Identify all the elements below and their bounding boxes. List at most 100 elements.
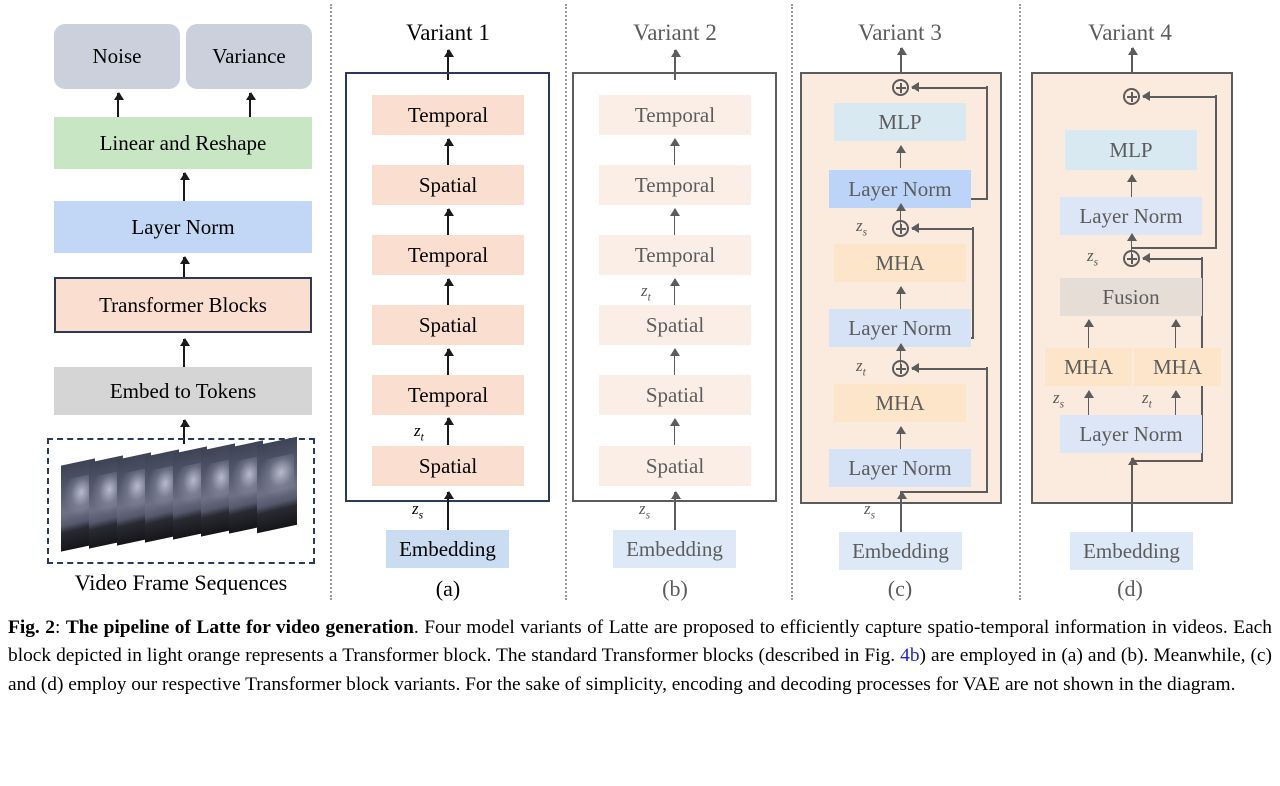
variant-3-block-mha-1: MHA (834, 384, 966, 422)
variant-1-latent-zs: zs (412, 499, 424, 522)
arrow-v1-2 (447, 349, 449, 375)
variant-2-title: Variant 2 (633, 20, 717, 45)
variant-4-add-top (1123, 88, 1140, 105)
arrow-v3-ln1-mlp (900, 146, 901, 168)
v4-skip2-head (1142, 91, 1150, 101)
arrow-v3-embed (900, 492, 902, 532)
arrow-v1-1 (447, 418, 449, 445)
arrow-v3-ln3-mha1 (900, 427, 901, 449)
figure-canvas: Noise Variance Linear and Reshape Layer … (0, 0, 1280, 612)
column-separator-2 (565, 4, 567, 600)
arrow-v2-4 (674, 209, 675, 235)
stage-linear-and-reshape-label: Linear and Reshape (99, 130, 267, 155)
variant-2-block-temporal-2: Temporal (599, 165, 751, 205)
variant-1-embedding: Embedding (386, 530, 509, 568)
v3-skip0-head (911, 363, 919, 373)
video-frame (257, 436, 297, 534)
variant-3-latent-zs-mid: zs (856, 216, 868, 239)
v3-skip2-head (911, 82, 919, 92)
variant-2-block-temporal-3: Temporal (599, 95, 751, 135)
output-noise: Noise (54, 24, 180, 89)
v3-skip0-h-bot (900, 491, 988, 493)
v4-skip2-h-bot (1131, 247, 1217, 249)
arrow-v1-5 (447, 139, 449, 165)
stage-linear-and-reshape: Linear and Reshape (54, 117, 312, 169)
v3-skip0-h-top (912, 367, 988, 370)
arrow-v2-2 (674, 349, 675, 375)
variant-2-subtitle: (b) (662, 576, 688, 601)
arrow-v1-3 (447, 279, 449, 305)
caption-title: The pipeline of Latte for video generati… (65, 617, 414, 638)
arrow-v2-1 (674, 419, 675, 445)
variant-3-block-mha-2: MHA (834, 244, 966, 282)
arrow-linear-to-variance (249, 93, 251, 117)
variant-1-block-spatial-1: Spatial (372, 446, 524, 486)
stage-transformer-blocks-label: Transformer Blocks (99, 292, 267, 317)
v4-skip2-v (1215, 95, 1217, 249)
variant-1-block-temporal-2: Temporal (372, 235, 524, 275)
variant-4-block-fusion: Fusion (1060, 278, 1202, 316)
arrow-v3-ln2-mha2 (900, 287, 901, 309)
v4-skip1-h-bot (1131, 460, 1203, 462)
column-separator-3 (791, 4, 793, 600)
variant-1-block-temporal-1: Temporal (372, 375, 524, 415)
column-separator-4 (1019, 4, 1021, 600)
arrow-v2-embed (674, 492, 676, 530)
variant-3-latent-zt: zt (856, 356, 866, 379)
arrow-embed-to-transformer (183, 339, 185, 367)
variant-4-title: Variant 4 (1088, 20, 1172, 45)
variant-3-add-low (892, 360, 909, 377)
arrow-v4-ln-mha-t (1175, 391, 1176, 415)
caption-figure-number: Fig. 2 (8, 617, 55, 638)
arrow-v4-ln-mlp (1131, 175, 1132, 197)
variant-4-subtitle: (d) (1117, 576, 1143, 601)
variant-3-embedding: Embedding (839, 532, 962, 570)
variant-1-block-spatial-3: Spatial (372, 165, 524, 205)
video-frame-sequences-caption: Video Frame Sequences (74, 570, 288, 595)
video-frame-sequences-box (47, 436, 315, 564)
variant-1-latent-zt: zt (414, 421, 424, 444)
v3-skip2-v (986, 86, 988, 200)
variant-1-block-temporal-3: Temporal (372, 95, 524, 135)
stage-layer-norm: Layer Norm (54, 201, 312, 253)
caption-link-fig4b[interactable]: 4b (900, 645, 919, 666)
output-noise-label: Noise (92, 44, 142, 68)
variant-2-block-spatial-1: Spatial (599, 446, 751, 486)
arrow-layernorm-to-linear (183, 173, 185, 201)
stage-layer-norm-label: Layer Norm (131, 214, 235, 239)
variant-3-block-layer-norm-1: Layer Norm (829, 449, 971, 487)
variant-3-add-top (892, 79, 909, 96)
variant-3-latent-zs-bottom: zs (864, 499, 876, 522)
variant-2-block-temporal-1: Temporal (599, 235, 751, 275)
v4-skip1-head (1142, 253, 1150, 263)
variant-4-latent-zt-branch: zt (1142, 388, 1152, 411)
arrow-v1-4 (447, 209, 449, 235)
variant-2-latent-zs: zs (639, 499, 651, 522)
figure-caption: Fig. 2: The pipeline of Latte for video … (8, 614, 1272, 699)
variant-1-block-spatial-2: Spatial (372, 305, 524, 345)
variant-3-title: Variant 3 (858, 20, 942, 45)
variant-2-embedding: Embedding (613, 530, 736, 568)
v4-skip2-h-top (1143, 95, 1217, 98)
arrow-v2-3 (674, 279, 675, 305)
arrow-v4-ln-mha-s (1088, 391, 1089, 415)
variant-4-block-layer-norm-2: Layer Norm (1060, 197, 1202, 235)
variant-3-block-mlp: MLP (834, 103, 966, 141)
variant-1-title: Variant 1 (406, 20, 490, 45)
variant-4-block-layer-norm-1: Layer Norm (1060, 415, 1202, 453)
variant-4-block-mlp: MLP (1065, 130, 1197, 170)
variant-4-latent-zs-branch: zs (1053, 388, 1065, 411)
variant-2-block-spatial-2: Spatial (599, 375, 751, 415)
variant-3-subtitle: (c) (887, 576, 913, 601)
variant-2-latent-zt: zt (641, 281, 651, 304)
v3-skip1-h-top (912, 227, 974, 230)
variant-4-block-mha-temporal: MHA (1134, 348, 1221, 386)
output-variance-label: Variance (212, 44, 286, 68)
stage-embed-to-tokens-label: Embed to Tokens (109, 378, 257, 403)
variant-4-embedding: Embedding (1070, 532, 1193, 570)
variant-4-latent-zs-mid: zs (1087, 246, 1099, 269)
arrow-v4-mha-s-fusion (1088, 320, 1089, 348)
arrow-v4-embed-to-ln (1131, 458, 1133, 532)
variant-4-add-mid (1123, 250, 1140, 267)
arrow-v1-embed (447, 492, 449, 530)
